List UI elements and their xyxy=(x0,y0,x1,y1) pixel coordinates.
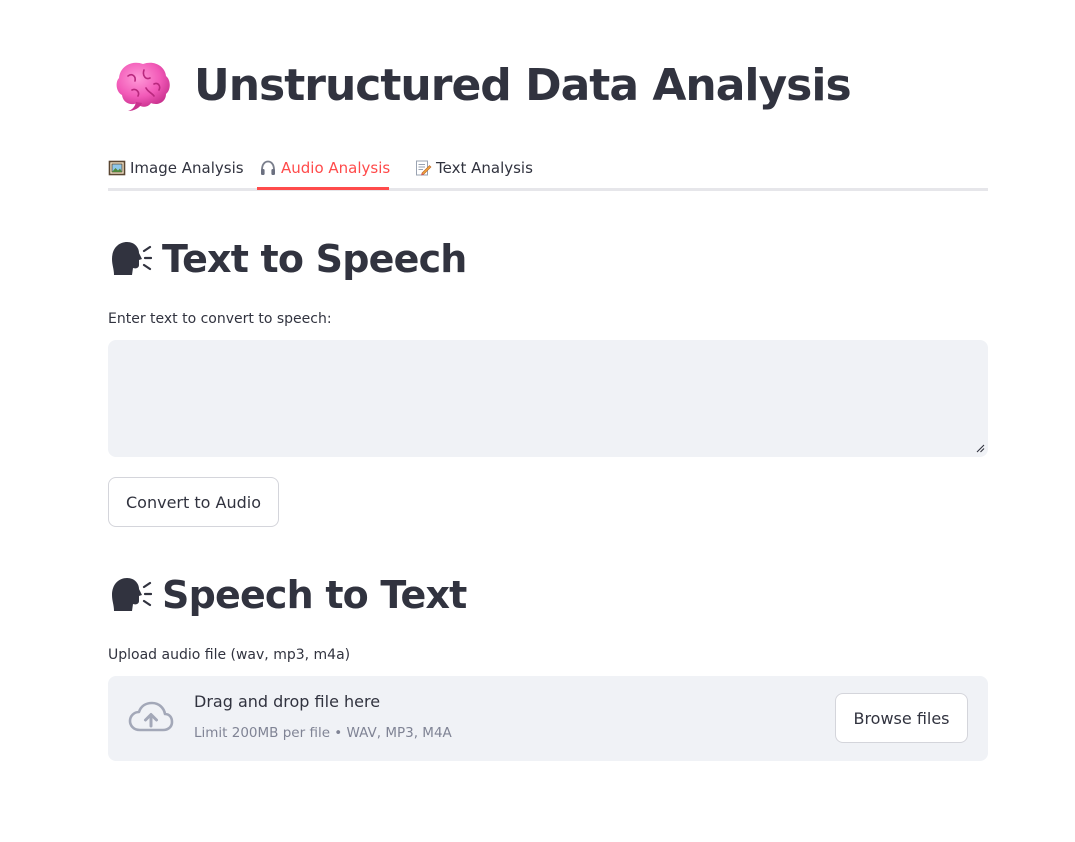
tab-label: Audio Analysis xyxy=(281,159,391,177)
stt-heading: Speech to Text xyxy=(108,570,467,620)
tab-text-analysis[interactable]: Text Analysis xyxy=(414,146,533,190)
tab-label: Text Analysis xyxy=(436,159,533,177)
stt-heading-text: Speech to Text xyxy=(162,573,467,617)
tab-audio-analysis[interactable]: Audio Analysis xyxy=(259,146,390,190)
file-dropzone[interactable]: Drag and drop file here Limit 200MB per … xyxy=(108,676,988,761)
app-title-text: Unstructured Data Analysis xyxy=(194,59,852,111)
tab-bar: Image Analysis Audio Analysis Text Analy… xyxy=(108,146,988,191)
memo-icon xyxy=(416,160,432,176)
tts-input-label: Enter text to convert to speech: xyxy=(108,311,332,327)
tab-image-analysis[interactable]: Image Analysis xyxy=(108,146,244,190)
headphones-icon xyxy=(261,160,275,175)
tts-heading-text: Text to Speech xyxy=(162,237,467,281)
browse-files-button[interactable]: Browse files xyxy=(835,693,968,743)
dropzone-limit: Limit 200MB per file • WAV, MP3, M4A xyxy=(194,725,452,741)
speaking-head-icon xyxy=(112,242,152,275)
framed-picture-icon xyxy=(108,160,126,176)
cloud-upload-icon xyxy=(128,701,174,732)
dropzone-instructions: Drag and drop file here xyxy=(194,692,381,711)
page-title: Unstructured Data Analysis xyxy=(114,52,852,118)
tab-label: Image Analysis xyxy=(130,159,244,177)
brain-icon xyxy=(116,62,170,111)
resize-grip-icon[interactable] xyxy=(976,444,985,453)
speaking-head-icon xyxy=(112,578,152,611)
tts-text-input[interactable] xyxy=(108,340,988,457)
convert-to-audio-button[interactable]: Convert to Audio xyxy=(108,477,279,527)
upload-label: Upload audio file (wav, mp3, m4a) xyxy=(108,647,351,663)
active-tab-indicator xyxy=(257,187,389,190)
tts-heading: Text to Speech xyxy=(108,234,467,284)
